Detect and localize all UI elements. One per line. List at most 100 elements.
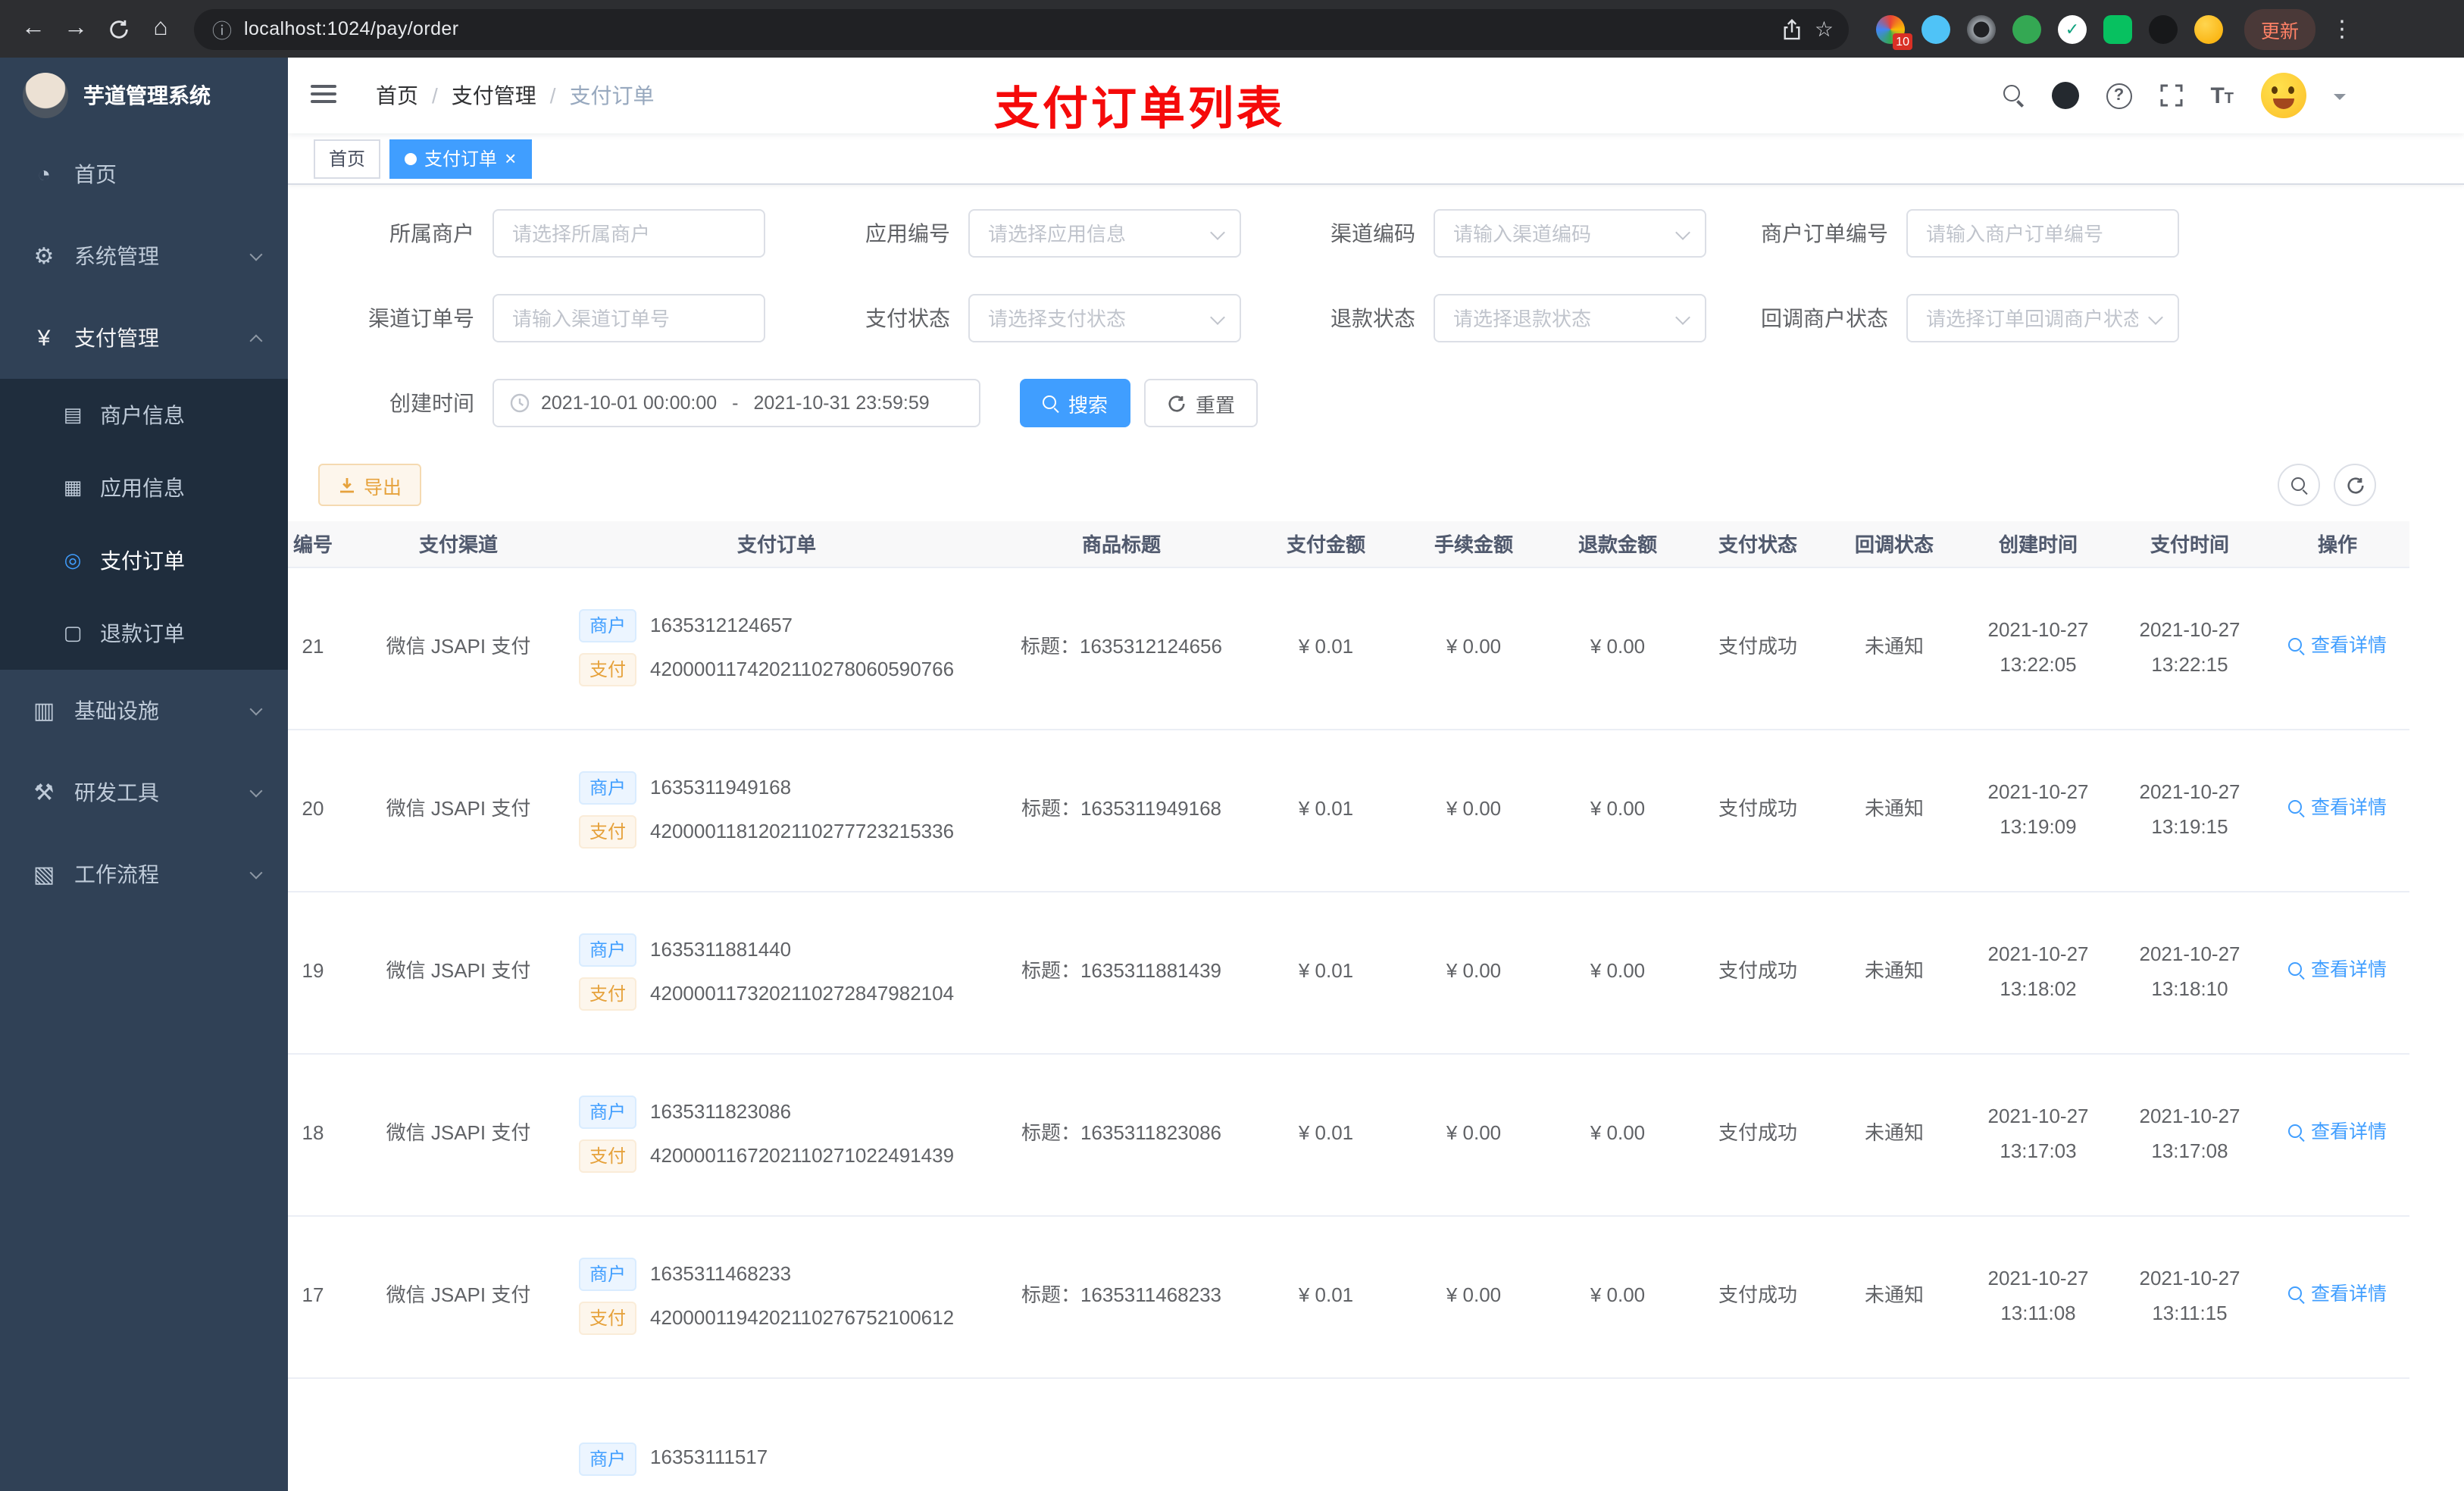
browser-update-button[interactable]: 更新 [2244, 8, 2316, 49]
merchant-order-no-input[interactable] [1908, 211, 2178, 256]
extension-icon-gray[interactable] [1967, 14, 1996, 43]
github-icon[interactable] [2051, 82, 2079, 109]
pay-badge: 支付 [579, 815, 637, 849]
main-content: 所属商户 应用编号 渠道编码 [288, 185, 2464, 1491]
sidebar-item-label: 研发工具 [74, 780, 159, 805]
sidebar-item-pay-order[interactable]: ◎ 支付订单 [0, 524, 288, 597]
tag-pay-order[interactable]: 支付订单 × [389, 139, 532, 178]
channel-code-select[interactable] [1435, 211, 1705, 256]
toggle-search-button[interactable] [2278, 464, 2320, 506]
merchant-badge: 商户 [579, 1257, 637, 1291]
pay-status-select[interactable] [970, 295, 1240, 341]
avatar[interactable] [2261, 73, 2306, 118]
fullscreen-icon[interactable] [2159, 83, 2183, 108]
field-pay-status: 支付状态 [809, 294, 1241, 342]
date-separator: - [732, 392, 739, 414]
search-icon [2290, 477, 2307, 493]
sidebar-menu: ◔ 首页 ⚙ 系统管理 ¥ 支付管理 ▤ 商户信息 ▦ 应用信息 ◎ 支付订单 … [0, 133, 288, 915]
field-label: 支付状态 [865, 306, 950, 330]
view-detail-link[interactable]: 查看详情 [2287, 630, 2387, 663]
sidebar-item-workflow[interactable]: ▧ 工作流程 [0, 833, 288, 915]
date-range-input[interactable]: 2021-10-01 00:00:00 - 2021-10-31 23:59:5… [492, 379, 980, 427]
breadcrumb: 首页 / 支付管理 / 支付订单 [376, 58, 655, 133]
avatar-caret-icon[interactable] [2334, 94, 2346, 106]
chevron-down-icon [249, 865, 263, 879]
refund-status-select[interactable] [1435, 295, 1705, 341]
sidebar-item-refund-order[interactable]: ▢ 退款订单 [0, 597, 288, 670]
merchant-badge: 商户 [579, 771, 637, 805]
bookmark-star-icon[interactable]: ☆ [1815, 16, 1834, 42]
hamburger-icon[interactable] [311, 85, 336, 103]
channel-order-no-input[interactable] [494, 295, 764, 341]
field-channel-order-no: 渠道订单号 [333, 294, 765, 342]
site-info-icon[interactable]: ⓘ [212, 14, 232, 43]
table-row-partial: 商户 16353111517 [288, 1377, 2409, 1491]
home-icon[interactable]: ⌂ [139, 8, 182, 50]
sidebar: 芋道管理系统 ◔ 首页 ⚙ 系统管理 ¥ 支付管理 ▤ 商户信息 ▦ 应用信息 … [0, 58, 288, 1491]
search-icon[interactable] [2003, 85, 2024, 106]
export-button[interactable]: 导出 [318, 464, 422, 506]
extension-icon-chat[interactable] [2103, 14, 2132, 43]
pay-order-table: 编号 支付渠道 支付订单 商品标题 支付金额 手续金额 退款金额 支付状态 回调… [288, 521, 2409, 1491]
field-label: 渠道编码 [1330, 221, 1415, 245]
chevron-down-icon [249, 783, 263, 797]
pay-badge: 支付 [579, 977, 637, 1011]
forward-icon[interactable]: → [55, 8, 97, 50]
sidebar-item-merchant-info[interactable]: ▤ 商户信息 [0, 379, 288, 452]
view-detail-link[interactable]: 查看详情 [2287, 792, 2387, 825]
share-icon[interactable] [1783, 17, 1803, 40]
back-icon[interactable]: ← [12, 8, 55, 50]
address-bar[interactable]: ⓘ localhost:1024/pay/order ☆ [194, 8, 1849, 49]
breadcrumb-pay[interactable]: 支付管理 [452, 80, 536, 111]
extension-icon-dark[interactable] [2149, 14, 2178, 43]
refresh-table-button[interactable] [2334, 464, 2376, 506]
filter-form: 所属商户 应用编号 渠道编码 [288, 185, 2464, 427]
card-icon: ▤ [63, 403, 83, 426]
sidebar-item-infrastructure[interactable]: ▥ 基础设施 [0, 670, 288, 752]
active-dot [405, 152, 417, 164]
view-detail-link[interactable]: 查看详情 [2287, 955, 2387, 987]
help-icon[interactable]: ? [2106, 83, 2132, 108]
chevron-up-icon [249, 333, 263, 347]
field-notify-status: 回调商户状态 [1747, 294, 2179, 342]
table-row: 17 微信 JSAPI 支付 商户 1635311468233 支付 4200001… [288, 1215, 2409, 1378]
font-size-icon[interactable]: TT [2210, 84, 2234, 107]
download-icon [340, 478, 354, 493]
col-order: 支付订单 [561, 521, 993, 567]
dashboard-icon: ◔ [36, 161, 52, 187]
extension-icon-dots[interactable]: 10 [1876, 14, 1912, 49]
merchant-input[interactable] [494, 211, 764, 256]
col-amount: 支付金额 [1250, 521, 1402, 567]
reload-icon[interactable] [97, 8, 139, 50]
search-button[interactable]: 搜索 [1020, 379, 1131, 427]
merchant-badge: 商户 [579, 1442, 637, 1475]
table-row: 19 微信 JSAPI 支付 商户 1635311881440 支付 4200001… [288, 891, 2409, 1054]
view-detail-link[interactable]: 查看详情 [2287, 1279, 2387, 1311]
extension-icon-green[interactable] [2012, 14, 2041, 43]
sidebar-item-home[interactable]: ◔ 首页 [0, 133, 288, 215]
table-header-row: 编号 支付渠道 支付订单 商品标题 支付金额 手续金额 退款金额 支付状态 回调… [288, 521, 2409, 567]
view-detail-link[interactable]: 查看详情 [2287, 1117, 2387, 1149]
reset-button[interactable]: 重置 [1144, 379, 1259, 427]
field-label: 所属商户 [389, 221, 474, 245]
flow-icon: ▧ [33, 862, 55, 888]
sidebar-item-system[interactable]: ⚙ 系统管理 [0, 215, 288, 297]
extension-icon-blue[interactable] [1921, 14, 1950, 43]
browser-menu-icon[interactable]: ⋮ [2331, 15, 2353, 42]
sidebar-item-devtools[interactable]: ⚒ 研发工具 [0, 752, 288, 833]
col-create-time: 创建时间 [1962, 521, 2114, 567]
field-merchant-order-no: 商户订单编号 [1747, 209, 2179, 258]
yen-icon: ¥ [37, 325, 51, 351]
notify-status-select[interactable] [1908, 295, 2178, 341]
table-row: 18 微信 JSAPI 支付 商户 1635311823086 支付 4200001… [288, 1053, 2409, 1216]
close-icon[interactable]: × [505, 148, 516, 168]
sidebar-item-payment[interactable]: ¥ 支付管理 [0, 297, 288, 379]
extension-icon-check[interactable]: ✓ [2058, 14, 2087, 43]
app-select[interactable] [970, 211, 1240, 256]
col-status: 支付状态 [1690, 521, 1826, 567]
breadcrumb-home[interactable]: 首页 [376, 80, 418, 111]
sidebar-item-app-info[interactable]: ▦ 应用信息 [0, 452, 288, 524]
tag-home[interactable]: 首页 [314, 139, 381, 178]
search-icon [1043, 395, 1059, 411]
extension-icon-face[interactable] [2194, 14, 2223, 43]
